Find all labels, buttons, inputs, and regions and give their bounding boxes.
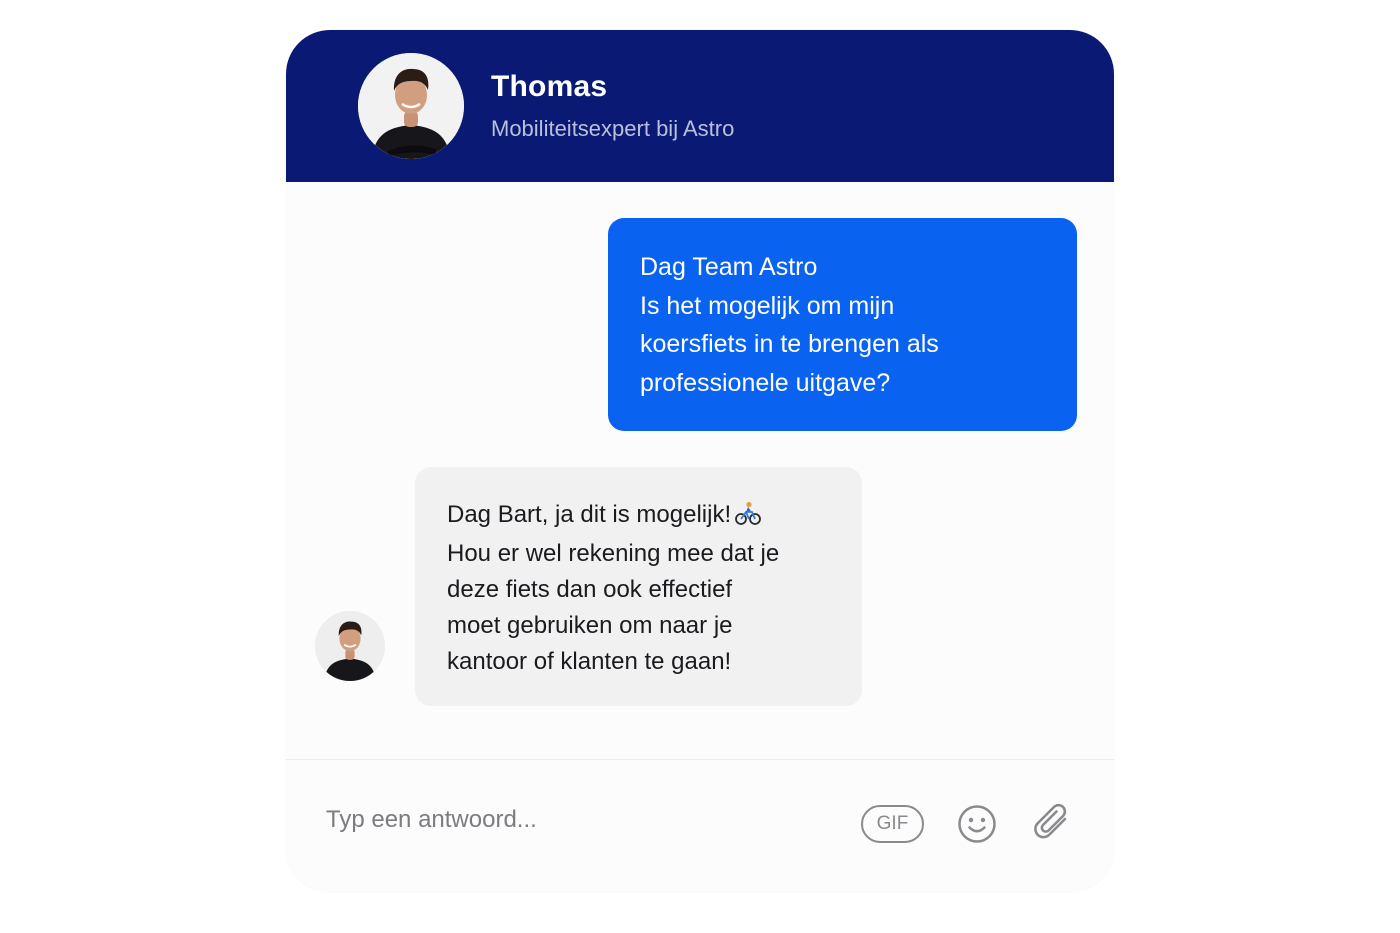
- message-line: deze fiets dan ook effectief: [447, 576, 733, 603]
- emoji-button[interactable]: [957, 804, 997, 844]
- agent-message-avatar: [315, 611, 385, 681]
- chat-header: Thomas Mobiliteitsexpert bij Astro: [286, 30, 1114, 182]
- message-line-with-emoji: Dag Bart, ja dit is mogelijk!: [447, 497, 830, 536]
- gif-button[interactable]: GIF: [861, 805, 924, 843]
- message-line: Dag Team Astro: [640, 253, 818, 281]
- chat-widget: Thomas Mobiliteitsexpert bij Astro Dag T…: [286, 30, 1114, 892]
- composer-divider: [286, 759, 1114, 760]
- paperclip-icon: [1034, 803, 1067, 839]
- smiley-icon: [958, 805, 996, 843]
- message-line: moet gebruiken om naar je: [447, 612, 733, 639]
- user-message-bubble: Dag Team Astro Is het mogelijk om mijn k…: [608, 218, 1077, 431]
- agent-avatar: [358, 53, 464, 159]
- message-line: Is het mogelijk om mijn: [640, 291, 895, 320]
- agent-message-bubble: Dag Bart, ja dit is mogelijk! Hou er wel…: [415, 467, 862, 706]
- person-avatar-icon: [315, 611, 385, 681]
- agent-name: Thomas: [491, 70, 608, 103]
- reply-input[interactable]: [326, 800, 806, 840]
- message-line: Hou er wel rekening mee dat je: [447, 540, 780, 567]
- attach-button[interactable]: [1032, 802, 1072, 846]
- message-line: koersfiets in te brengen als: [640, 330, 939, 358]
- message-line: Dag Bart, ja dit is mogelijk!: [447, 501, 732, 528]
- message-line: kantoor of klanten te gaan!: [447, 648, 732, 675]
- bicycle-rider-icon: [735, 500, 762, 536]
- person-avatar-icon: [358, 53, 464, 159]
- message-line: professionele uitgave?: [640, 368, 891, 397]
- agent-role: Mobiliteitsexpert bij Astro: [491, 116, 735, 141]
